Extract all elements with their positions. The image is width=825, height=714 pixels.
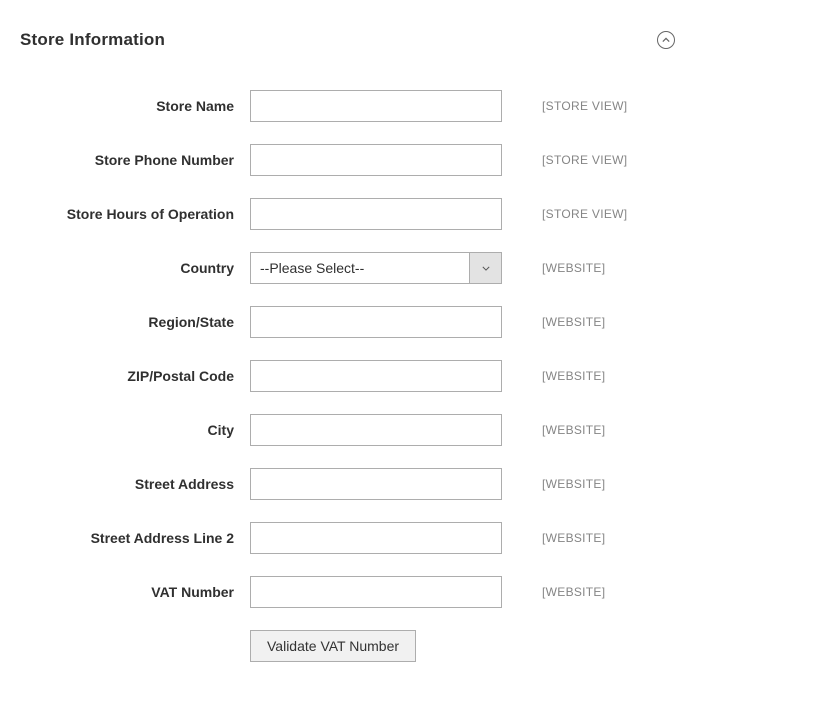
region-input[interactable] (250, 306, 502, 338)
vat-label: VAT Number (20, 584, 250, 600)
zip-scope: [WEBSITE] (542, 369, 605, 383)
country-select[interactable]: --Please Select-- (250, 252, 502, 284)
street2-input[interactable] (250, 522, 502, 554)
store-hours-control (250, 198, 502, 230)
country-label: Country (20, 260, 250, 276)
field-row-store-name: Store Name [STORE VIEW] (20, 90, 805, 122)
field-row-vat: VAT Number [WEBSITE] (20, 576, 805, 608)
store-phone-input[interactable] (250, 144, 502, 176)
store-phone-control (250, 144, 502, 176)
store-phone-label: Store Phone Number (20, 152, 250, 168)
store-name-control (250, 90, 502, 122)
city-label: City (20, 422, 250, 438)
field-row-store-phone: Store Phone Number [STORE VIEW] (20, 144, 805, 176)
field-row-street1: Street Address [WEBSITE] (20, 468, 805, 500)
street2-control (250, 522, 502, 554)
chevron-down-icon (482, 266, 490, 271)
field-row-zip: ZIP/Postal Code [WEBSITE] (20, 360, 805, 392)
region-scope: [WEBSITE] (542, 315, 605, 329)
street1-scope: [WEBSITE] (542, 477, 605, 491)
store-name-scope: [STORE VIEW] (542, 99, 627, 113)
field-row-validate-vat: Validate VAT Number (20, 630, 805, 662)
vat-input[interactable] (250, 576, 502, 608)
field-row-store-hours: Store Hours of Operation [STORE VIEW] (20, 198, 805, 230)
vat-control (250, 576, 502, 608)
field-row-region: Region/State [WEBSITE] (20, 306, 805, 338)
street1-input[interactable] (250, 468, 502, 500)
country-scope: [WEBSITE] (542, 261, 605, 275)
chevron-up-icon (662, 36, 670, 44)
store-phone-scope: [STORE VIEW] (542, 153, 627, 167)
store-name-label: Store Name (20, 98, 250, 114)
city-scope: [WEBSITE] (542, 423, 605, 437)
country-control: --Please Select-- (250, 252, 502, 284)
zip-input[interactable] (250, 360, 502, 392)
field-row-city: City [WEBSITE] (20, 414, 805, 446)
country-selected-text: --Please Select-- (251, 260, 469, 276)
street1-control (250, 468, 502, 500)
city-input[interactable] (250, 414, 502, 446)
street1-label: Street Address (20, 476, 250, 492)
region-label: Region/State (20, 314, 250, 330)
store-hours-scope: [STORE VIEW] (542, 207, 627, 221)
store-name-input[interactable] (250, 90, 502, 122)
street2-label: Street Address Line 2 (20, 530, 250, 546)
vat-scope: [WEBSITE] (542, 585, 605, 599)
validate-vat-control: Validate VAT Number (250, 630, 502, 662)
city-control (250, 414, 502, 446)
zip-control (250, 360, 502, 392)
street2-scope: [WEBSITE] (542, 531, 605, 545)
store-hours-input[interactable] (250, 198, 502, 230)
section-header: Store Information (20, 30, 805, 50)
region-control (250, 306, 502, 338)
field-row-country: Country --Please Select-- [WEBSITE] (20, 252, 805, 284)
country-select-arrow (469, 253, 501, 283)
store-hours-label: Store Hours of Operation (20, 206, 250, 222)
validate-vat-button[interactable]: Validate VAT Number (250, 630, 416, 662)
section-title: Store Information (20, 30, 165, 50)
collapse-toggle[interactable] (657, 31, 675, 49)
field-row-street2: Street Address Line 2 [WEBSITE] (20, 522, 805, 554)
zip-label: ZIP/Postal Code (20, 368, 250, 384)
